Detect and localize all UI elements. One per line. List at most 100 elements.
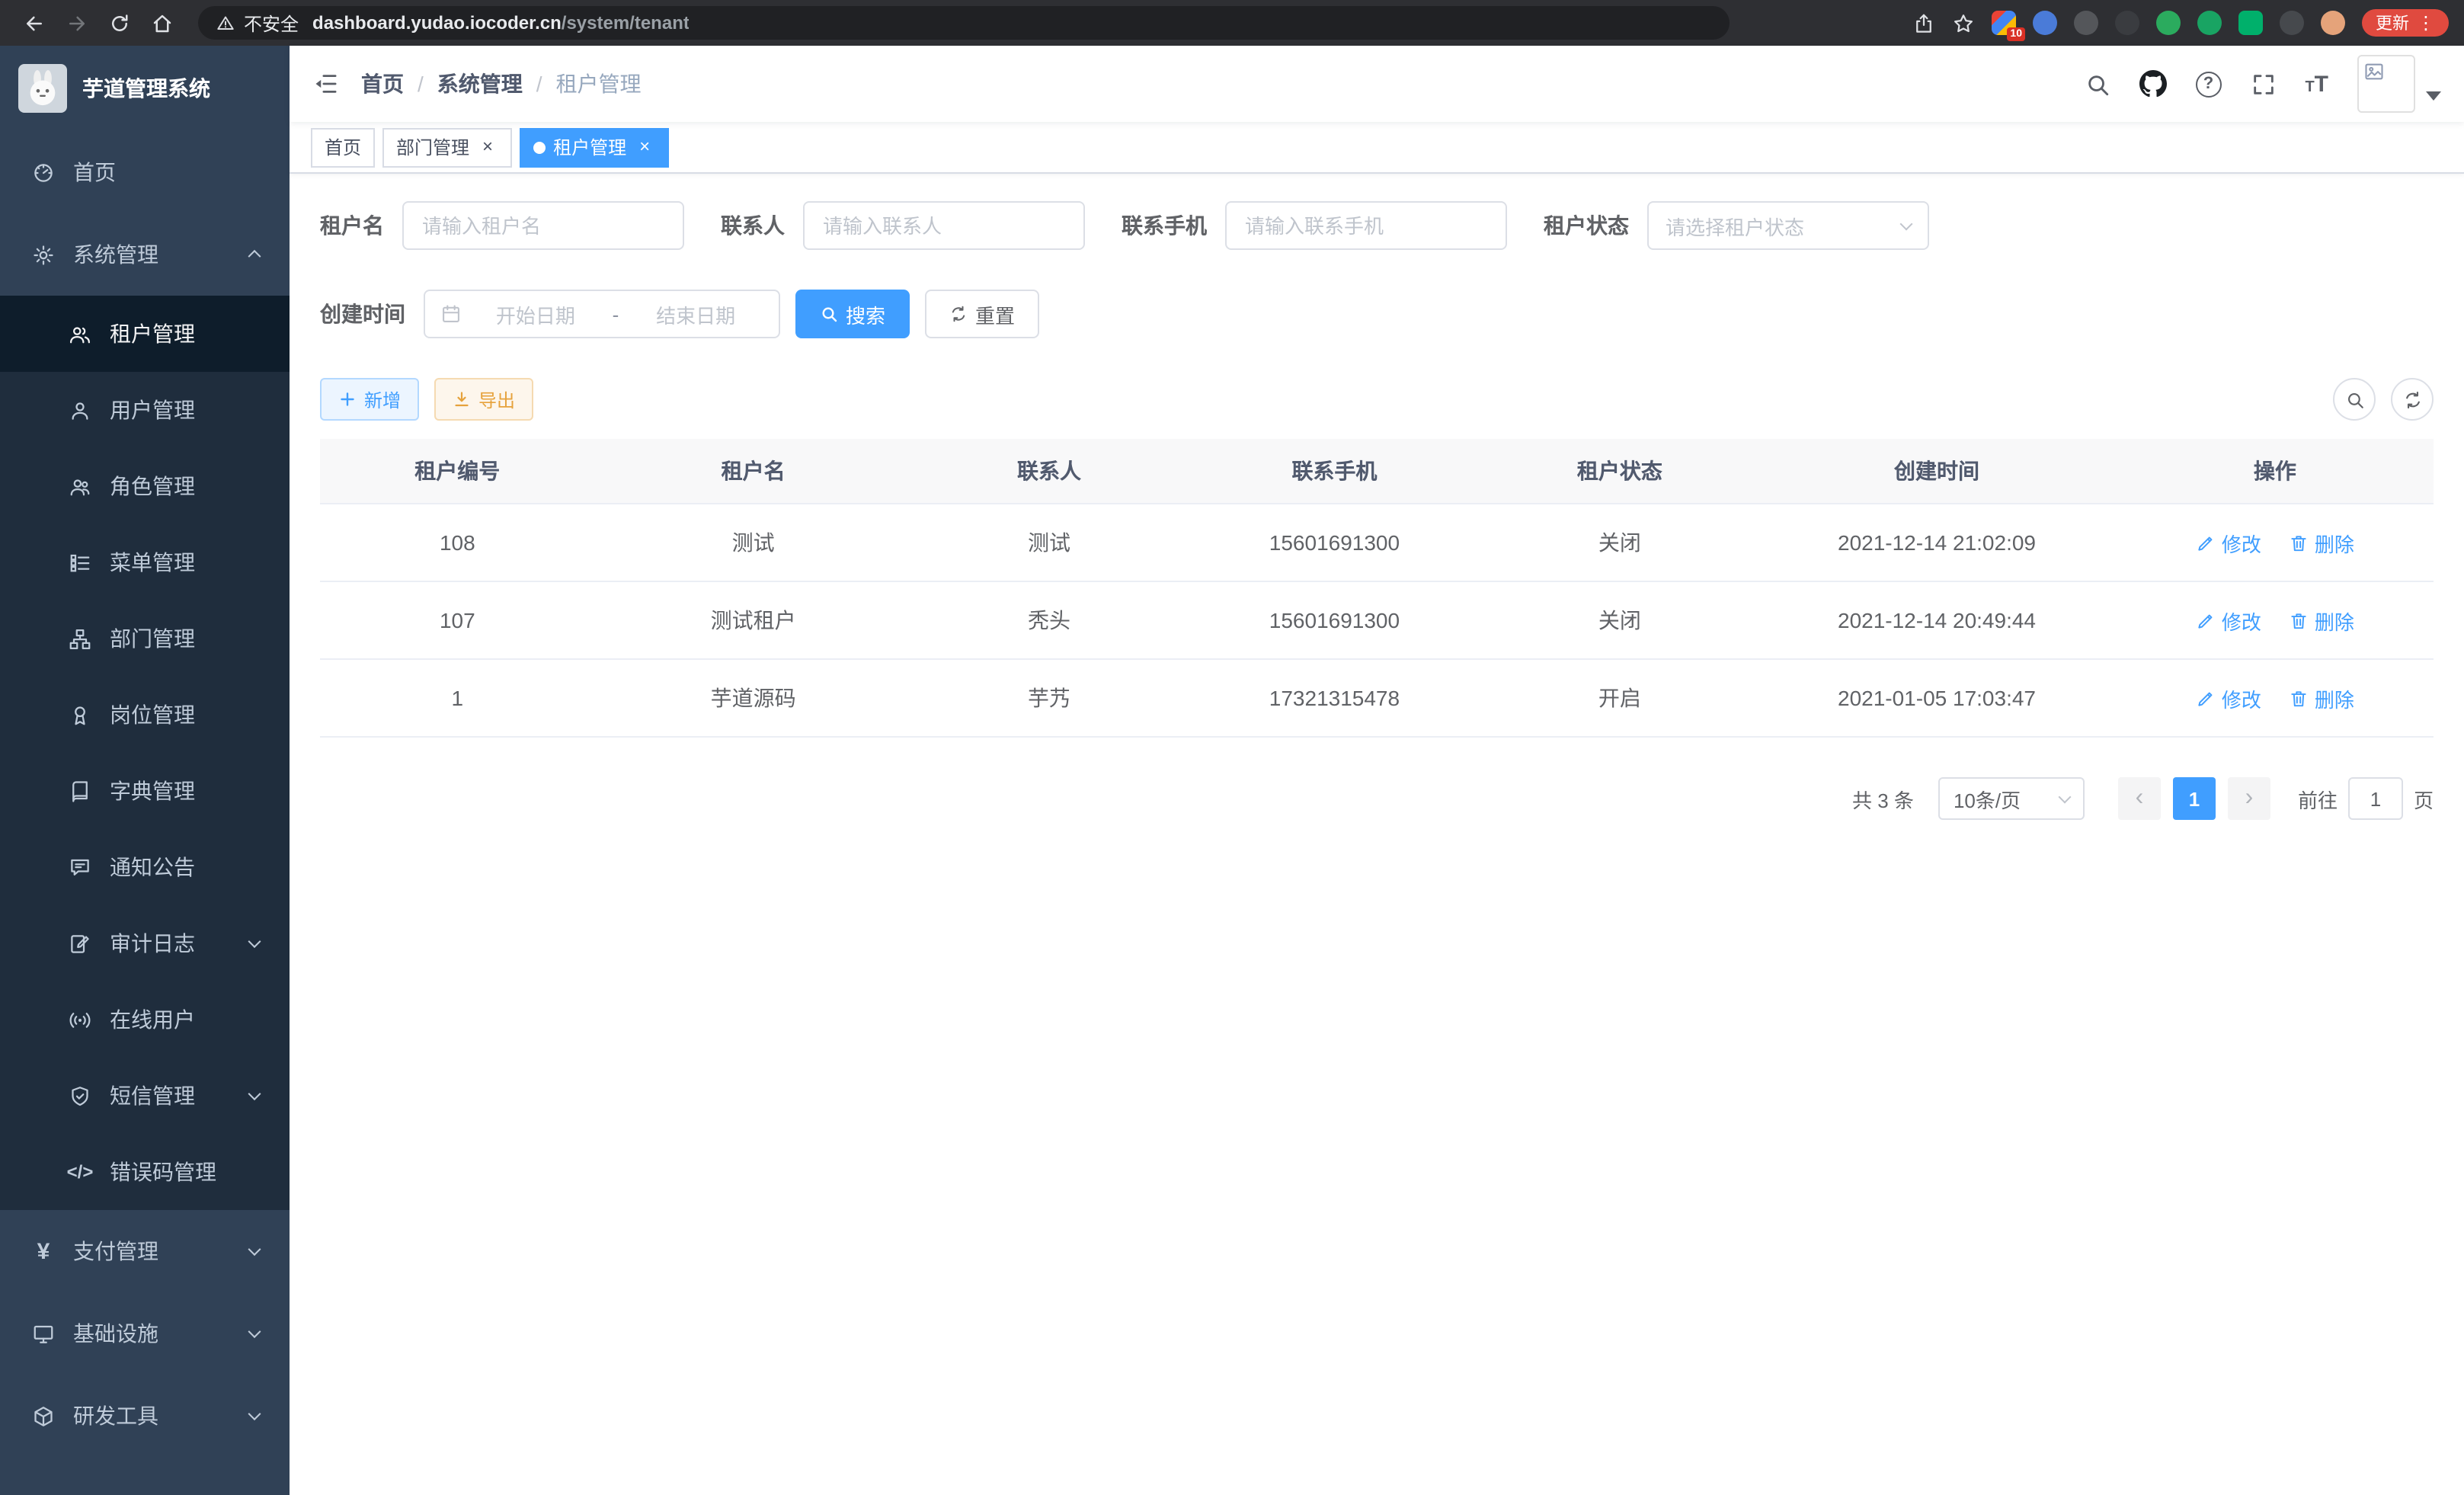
share-icon[interactable] <box>1912 11 1935 34</box>
logo[interactable]: 芋道管理系统 <box>0 46 290 131</box>
page-size-select[interactable]: 10条/页 <box>1938 777 2085 820</box>
user-menu[interactable] <box>2357 55 2441 113</box>
bookmark-star-icon[interactable] <box>1952 11 1975 34</box>
delete-button[interactable]: 删除 <box>2289 683 2354 712</box>
table-header-row: 租户编号 租户名 联系人 联系手机 租户状态 创建时间 操作 <box>320 439 2434 504</box>
cell-actions: 修改删除 <box>2117 581 2434 659</box>
sidebar-item-online-user[interactable]: 在线用户 <box>0 981 290 1058</box>
sidebar-item-audit-log[interactable]: 审计日志 <box>0 905 290 981</box>
cell-created: 2021-01-05 17:03:47 <box>1757 659 2117 737</box>
page-number-1[interactable]: 1 <box>2173 777 2216 820</box>
sidebar-item-error-code[interactable]: </> 错误码管理 <box>0 1134 290 1210</box>
filter-row-1: 租户名 联系人 联系手机 租户状态 请选择租户状态 <box>320 201 2434 250</box>
edit-button[interactable]: 修改 <box>2196 606 2261 635</box>
extension-icon-4[interactable] <box>2115 11 2139 35</box>
extension-icon-5[interactable] <box>2156 11 2181 35</box>
extension-icon-7[interactable] <box>2238 11 2263 35</box>
extension-icon-2[interactable] <box>2033 11 2057 35</box>
extension-icon-6[interactable] <box>2197 11 2222 35</box>
delete-button[interactable]: 删除 <box>2289 528 2354 557</box>
github-icon[interactable] <box>2139 70 2166 98</box>
caret-down-icon <box>2426 91 2441 101</box>
browser-update-button[interactable]: 更新⋮ <box>2362 9 2449 37</box>
cell-phone: 17321315478 <box>1186 659 1482 737</box>
tab-tenant[interactable]: 租户管理× <box>520 127 669 167</box>
font-size-icon[interactable]: TT <box>2305 71 2328 97</box>
cell-contact: 测试 <box>912 504 1187 581</box>
hamburger-icon[interactable] <box>312 70 340 98</box>
close-icon[interactable]: × <box>477 136 498 158</box>
sidebar-item-sms[interactable]: 短信管理 <box>0 1058 290 1134</box>
search-icon[interactable] <box>2084 71 2110 97</box>
tenant-icon <box>67 322 93 345</box>
cell-name: 测试 <box>595 504 912 581</box>
status-select[interactable]: 请选择租户状态 <box>1647 201 1929 250</box>
page-content: 租户名 联系人 联系手机 租户状态 请选择租户状态 <box>290 174 2464 1495</box>
contact-input[interactable] <box>803 201 1085 250</box>
extension-icon-3[interactable] <box>2074 11 2098 35</box>
sidebar: 芋道管理系统 首页 系统管理 租户管理 用户管理 <box>0 46 290 1495</box>
add-button[interactable]: 新增 <box>320 378 419 421</box>
extension-icon-1[interactable]: 10 <box>1992 11 2016 35</box>
help-icon[interactable]: ? <box>2195 71 2221 97</box>
cell-created: 2021-12-14 21:02:09 <box>1757 504 2117 581</box>
warning-icon <box>216 14 235 32</box>
sidebar-item-menu[interactable]: 菜单管理 <box>0 524 290 600</box>
address-bar[interactable]: 不安全 dashboard.yudao.iocoder.cn/system/te… <box>198 6 1730 40</box>
toggle-search-button[interactable] <box>2333 378 2376 421</box>
browser-forward-icon[interactable] <box>58 5 94 41</box>
browser-reload-icon[interactable] <box>101 5 137 41</box>
top-navbar: 首页 / 系统管理 / 租户管理 ? TT <box>290 46 2464 122</box>
refresh-button[interactable] <box>2391 378 2434 421</box>
security-label[interactable]: 不安全 <box>244 10 299 36</box>
reset-button[interactable]: 重置 <box>925 290 1039 338</box>
total-count: 共 3 条 <box>1852 784 1914 813</box>
sidebar-item-home[interactable]: 首页 <box>0 131 290 213</box>
infra-icon <box>30 1322 56 1345</box>
browser-back-icon[interactable] <box>15 5 52 41</box>
notice-icon <box>67 856 93 879</box>
sidebar-item-role[interactable]: 角色管理 <box>0 448 290 524</box>
date-range-picker[interactable]: 开始日期 - 结束日期 <box>424 290 780 338</box>
search-button[interactable]: 搜索 <box>795 290 910 338</box>
sidebar-item-dept[interactable]: 部门管理 <box>0 600 290 677</box>
range-separator: - <box>610 303 622 325</box>
column-header: 租户名 <box>595 439 912 504</box>
tenant-name-input[interactable] <box>402 201 684 250</box>
extension-icon-8[interactable] <box>2280 11 2304 35</box>
next-page-button[interactable]: › <box>2228 777 2270 820</box>
sidebar-item-post[interactable]: 岗位管理 <box>0 677 290 753</box>
start-date-placeholder: 开始日期 <box>468 299 603 328</box>
browser-home-icon[interactable] <box>143 5 180 41</box>
edit-button[interactable]: 修改 <box>2196 528 2261 557</box>
delete-button[interactable]: 删除 <box>2289 606 2354 635</box>
prev-page-button[interactable]: ‹ <box>2118 777 2161 820</box>
menu-kebab-icon[interactable]: ⋮ <box>2417 14 2435 32</box>
tab-home[interactable]: 首页 <box>311 127 375 167</box>
export-button[interactable]: 导出 <box>434 378 533 421</box>
fullscreen-icon[interactable] <box>2250 71 2276 97</box>
sidebar-item-user[interactable]: 用户管理 <box>0 372 290 448</box>
sidebar-item-tenant[interactable]: 租户管理 <box>0 296 290 372</box>
column-header: 操作 <box>2117 439 2434 504</box>
edit-button[interactable]: 修改 <box>2196 683 2261 712</box>
avatar[interactable] <box>2357 55 2415 113</box>
tags-view: 首页 部门管理× 租户管理× <box>290 122 2464 174</box>
phone-input[interactable] <box>1225 201 1507 250</box>
goto-page-input[interactable] <box>2348 777 2403 820</box>
sidebar-item-notice[interactable]: 通知公告 <box>0 829 290 905</box>
sidebar-item-infrastructure[interactable]: 基础设施 <box>0 1292 290 1375</box>
chevron-down-icon <box>248 1087 261 1100</box>
sidebar-item-system[interactable]: 系统管理 <box>0 213 290 296</box>
breadcrumb-home[interactable]: 首页 <box>361 69 404 99</box>
sidebar-item-dev-tools[interactable]: 研发工具 <box>0 1375 290 1457</box>
sidebar-item-dict[interactable]: 字典管理 <box>0 753 290 829</box>
close-icon[interactable]: × <box>634 136 655 158</box>
tab-dept[interactable]: 部门管理× <box>382 127 512 167</box>
breadcrumb-system[interactable]: 系统管理 <box>437 69 523 99</box>
sidebar-item-payment[interactable]: ¥ 支付管理 <box>0 1210 290 1292</box>
browser-chrome: 不安全 dashboard.yudao.iocoder.cn/system/te… <box>0 0 2464 46</box>
table-row: 1 芋道源码 芋艿 17321315478 开启 2021-01-05 17:0… <box>320 659 2434 737</box>
filter-tenant-name: 租户名 <box>320 201 684 250</box>
profile-avatar-icon[interactable] <box>2321 11 2345 35</box>
